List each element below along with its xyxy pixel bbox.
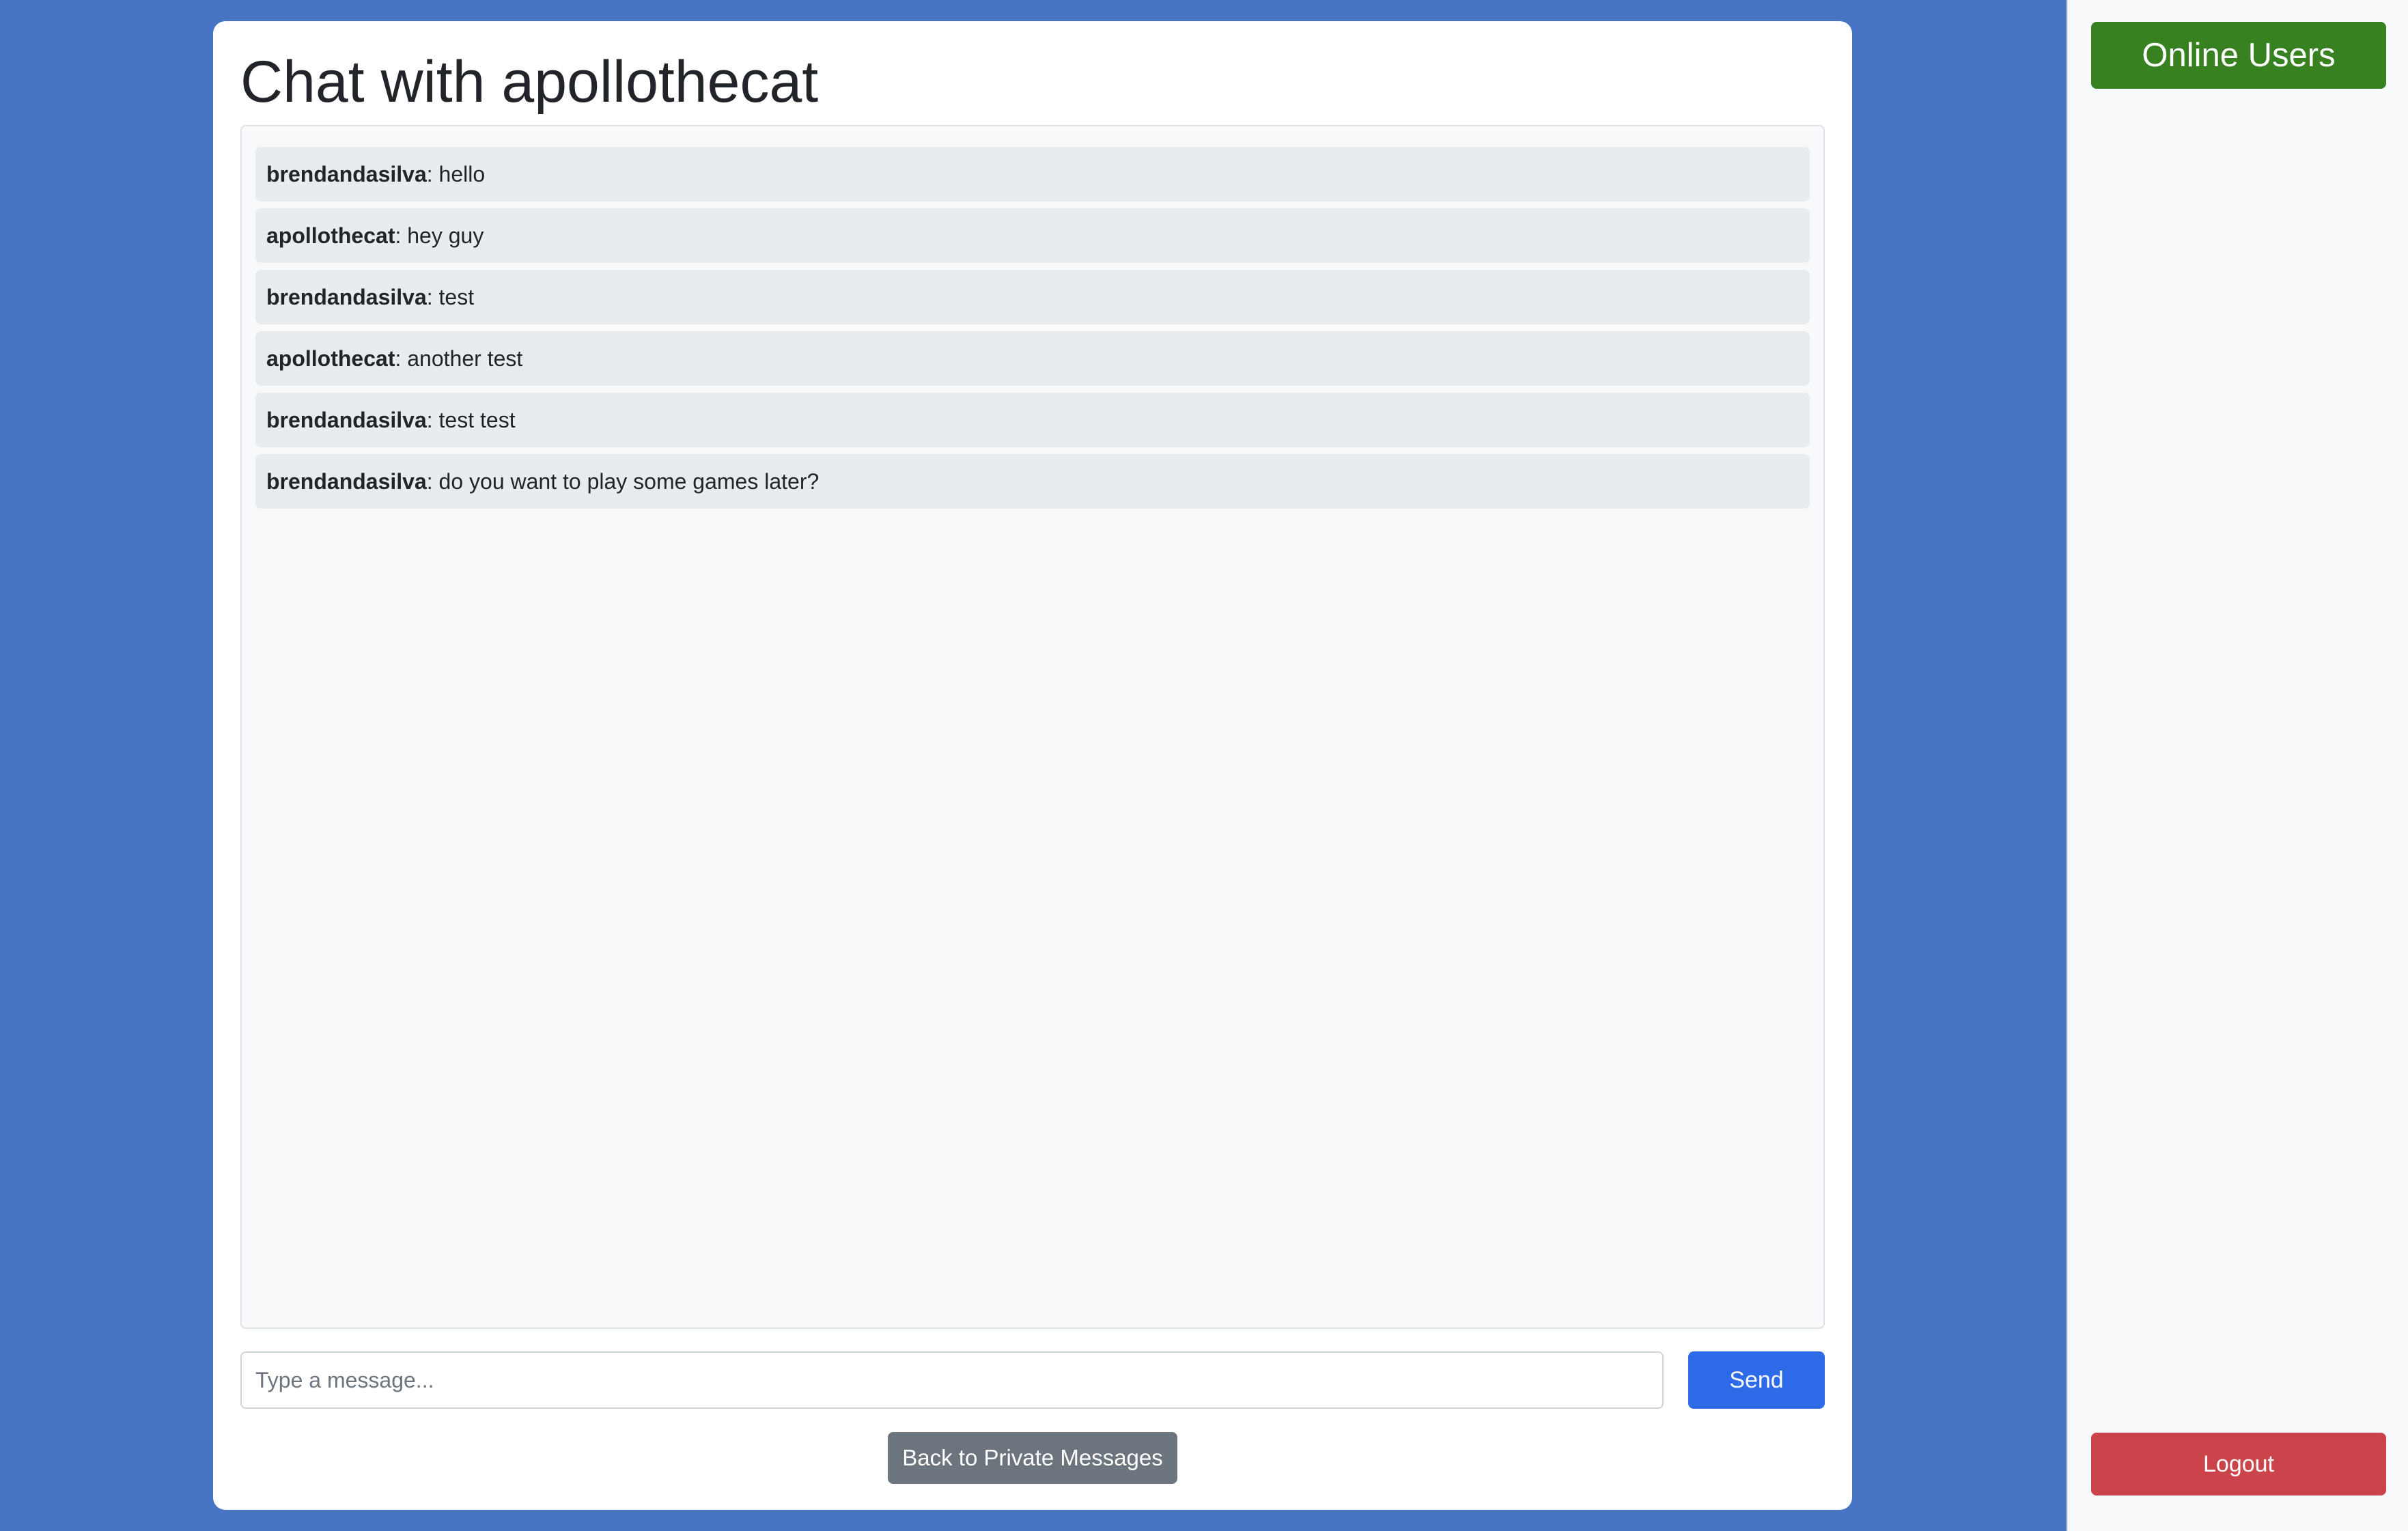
message-sender: brendandasilva xyxy=(266,407,427,432)
message-separator: : xyxy=(426,407,439,432)
message-item: apollothecat: hey guy xyxy=(255,208,1810,263)
message-text: another test xyxy=(407,346,523,371)
message-text: do you want to play some games later? xyxy=(438,468,820,494)
message-separator: : xyxy=(426,468,439,494)
message-item: brendandasilva: test test xyxy=(255,393,1810,447)
message-item: apollothecat: another test xyxy=(255,331,1810,386)
message-sender: brendandasilva xyxy=(266,284,427,309)
send-button[interactable]: Send xyxy=(1688,1351,1825,1409)
message-separator: : xyxy=(395,346,408,371)
message-text: hey guy xyxy=(407,223,484,248)
message-item: brendandasilva: test xyxy=(255,270,1810,324)
message-list[interactable]: brendandasilva: hello apollothecat: hey … xyxy=(240,125,1825,1329)
message-text: test test xyxy=(438,407,516,432)
message-item: brendandasilva: do you want to play some… xyxy=(255,454,1810,509)
online-users-button[interactable]: Online Users xyxy=(2091,22,2386,89)
logout-button[interactable]: Logout xyxy=(2091,1433,2386,1495)
chat-card: Chat with apollothecat brendandasilva: h… xyxy=(213,21,1852,1510)
message-separator: : xyxy=(426,284,439,309)
message-text: test xyxy=(438,284,475,309)
message-sender: apollothecat xyxy=(266,223,395,248)
message-text: hello xyxy=(438,161,486,186)
message-separator: : xyxy=(426,161,439,186)
message-item: brendandasilva: hello xyxy=(255,147,1810,201)
sidebar: Online Users Logout xyxy=(2067,0,2408,1531)
back-to-private-messages-button[interactable]: Back to Private Messages xyxy=(888,1432,1177,1484)
message-sender: apollothecat xyxy=(266,346,395,371)
message-input[interactable] xyxy=(240,1351,1664,1409)
message-separator: : xyxy=(395,223,408,248)
page-title: Chat with apollothecat xyxy=(240,49,819,115)
message-sender: brendandasilva xyxy=(266,468,427,494)
message-sender: brendandasilva xyxy=(266,161,427,186)
